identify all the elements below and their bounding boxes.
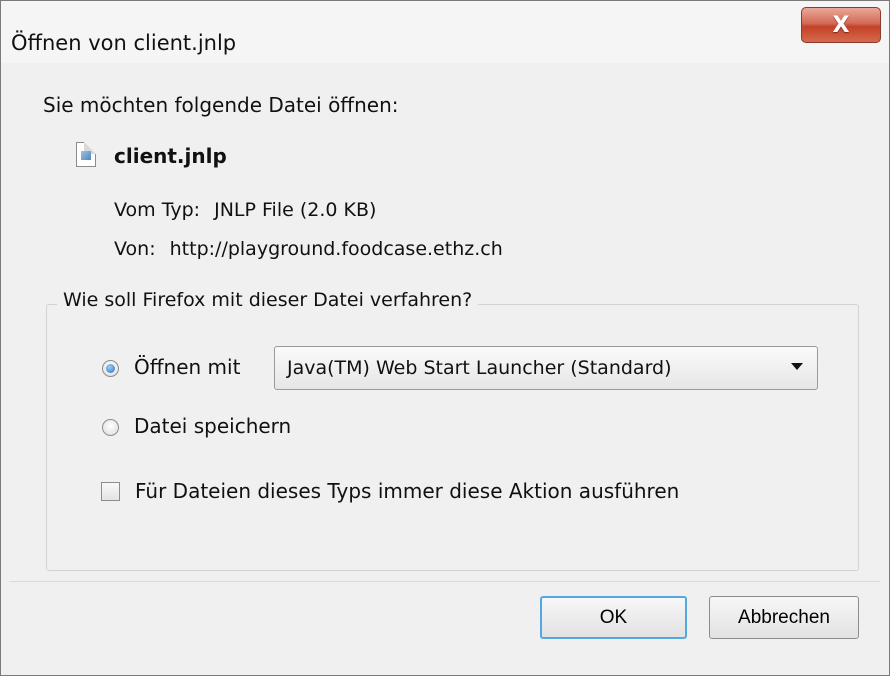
dialog-window: Öffnen von client.jnlp X Sie möchten fol… (0, 0, 890, 676)
file-type-row: Vom Typ: JNLP File (2.0 KB) (114, 199, 376, 221)
open-file-prompt: Sie möchten folgende Datei öffnen: (43, 93, 399, 117)
close-button[interactable]: X (801, 7, 881, 43)
save-file-label[interactable]: Datei speichern (134, 414, 291, 438)
open-with-select[interactable]: Java(TM) Web Start Launcher (Standard) (274, 346, 818, 390)
ok-button[interactable]: OK (540, 596, 687, 639)
title-bar: Öffnen von client.jnlp X (1, 1, 889, 63)
always-action-label[interactable]: Für Dateien dieses Typs immer diese Akti… (135, 479, 679, 503)
close-icon: X (832, 12, 850, 38)
file-icon (76, 142, 96, 167)
open-with-label[interactable]: Öffnen mit (134, 355, 240, 379)
always-action-checkbox[interactable] (101, 482, 120, 501)
save-file-text: Datei speichern (134, 414, 292, 438)
file-type-value: JNLP File (2.0 KB) (214, 199, 377, 221)
open-with-selected-value: Java(TM) Web Start Launcher (Standard) (287, 357, 672, 379)
chevron-down-icon (791, 363, 803, 370)
open-with-text: Öffnen mit (134, 355, 241, 379)
file-source-row: Von: http://playground.foodcase.ethz.ch (114, 238, 503, 260)
file-source-label: Von: (114, 238, 156, 260)
file-name: client.jnlp (114, 144, 227, 168)
open-with-radio[interactable] (102, 360, 119, 377)
file-type-label: Vom Typ: (114, 199, 201, 221)
dialog-title: Öffnen von client.jnlp (11, 31, 237, 55)
save-file-radio[interactable] (102, 419, 119, 436)
file-source-value: http://playground.foodcase.ethz.ch (169, 238, 503, 260)
always-action-text: Für Dateien dieses Typs immer diese Akti… (135, 479, 680, 503)
action-group-legend: Wie soll Firefox mit dieser Datei verfah… (57, 289, 479, 311)
cancel-button[interactable]: Abbrechen (709, 596, 859, 639)
